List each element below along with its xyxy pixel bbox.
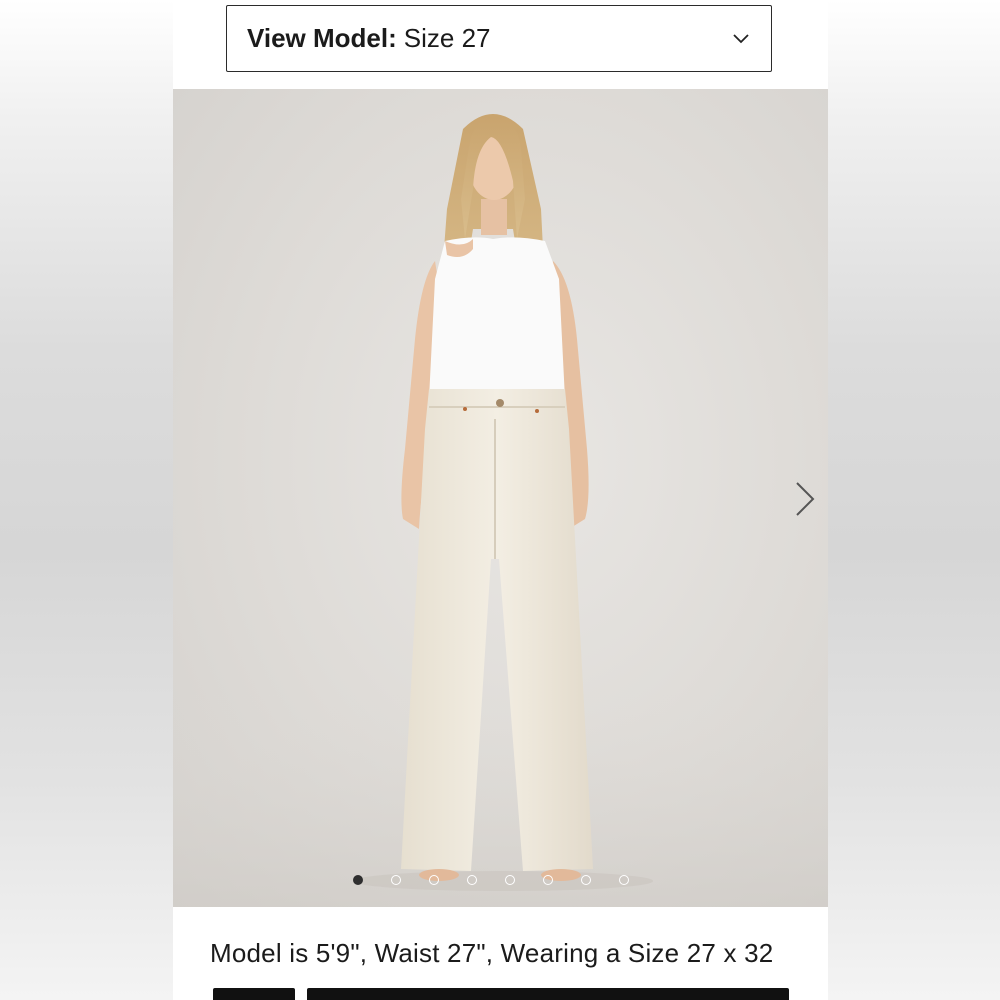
background-blur-left bbox=[0, 0, 173, 1000]
carousel-dot[interactable] bbox=[429, 875, 439, 885]
carousel-dot[interactable] bbox=[581, 875, 591, 885]
product-image[interactable] bbox=[173, 89, 828, 907]
carousel-dot[interactable] bbox=[353, 875, 363, 885]
secondary-action-button[interactable] bbox=[213, 988, 295, 1000]
primary-action-button[interactable] bbox=[307, 988, 789, 1000]
carousel-dot[interactable] bbox=[543, 875, 553, 885]
chevron-right-icon[interactable] bbox=[793, 479, 817, 519]
carousel-dot[interactable] bbox=[467, 875, 477, 885]
view-model-label: View Model: bbox=[247, 23, 397, 53]
model-size-info: Model is 5'9", Waist 27", Wearing a Size… bbox=[210, 938, 774, 968]
view-model-size-dropdown[interactable]: View Model: Size 27 bbox=[226, 5, 772, 72]
background-blur-right bbox=[828, 0, 1000, 1000]
carousel-dot[interactable] bbox=[391, 875, 401, 885]
product-panel: View Model: Size 27 Model is 5'9", Waist… bbox=[173, 0, 828, 1000]
carousel-dot[interactable] bbox=[505, 875, 515, 885]
model-photo bbox=[173, 114, 828, 907]
view-model-value: Size 27 bbox=[403, 23, 491, 53]
carousel-pagination bbox=[353, 875, 629, 885]
carousel-dot[interactable] bbox=[619, 875, 629, 885]
chevron-down-icon bbox=[733, 34, 749, 44]
